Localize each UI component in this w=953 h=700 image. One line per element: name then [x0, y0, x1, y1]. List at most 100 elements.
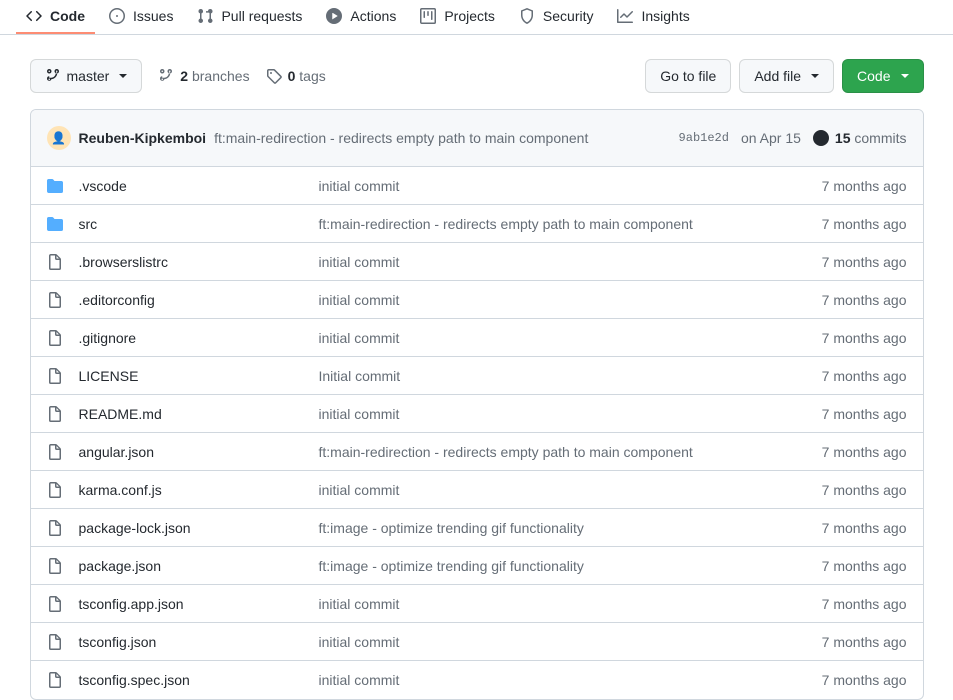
file-name-link[interactable]: karma.conf.js [79, 482, 162, 498]
go-to-file-button[interactable]: Go to file [645, 59, 731, 93]
tab-label: Insights [641, 8, 689, 24]
file-commit-message-link[interactable]: initial commit [319, 406, 400, 422]
file-name-link[interactable]: .editorconfig [79, 292, 155, 308]
tab-issues[interactable]: Issues [99, 0, 183, 34]
branch-icon [158, 68, 174, 84]
file-name-link[interactable]: tsconfig.app.json [79, 596, 184, 612]
file-name-link[interactable]: package.json [79, 558, 162, 574]
code-download-button[interactable]: Code [842, 59, 923, 93]
directory-icon [47, 216, 63, 232]
file-icon [47, 482, 63, 498]
branch-icon [45, 68, 61, 84]
add-file-button[interactable]: Add file [739, 59, 834, 93]
commit-author-link[interactable]: Reuben-Kipkemboi [79, 130, 207, 146]
directory-icon [47, 178, 63, 194]
file-commit-message-link[interactable]: ft:image - optimize trending gif functio… [319, 520, 584, 536]
file-time: 7 months ago [822, 520, 907, 536]
file-name-link[interactable]: package-lock.json [79, 520, 191, 536]
tab-security[interactable]: Security [509, 0, 604, 34]
repo-tabnav: Code Issues Pull requests Actions Projects Se… [0, 0, 953, 35]
commit-sha-link[interactable]: 9ab1e2d [679, 131, 729, 145]
file-name-link[interactable]: angular.json [79, 444, 155, 460]
pr-icon [197, 8, 213, 24]
file-time: 7 months ago [822, 406, 907, 422]
file-commit-message-link[interactable]: initial commit [319, 596, 400, 612]
file-row: angular.json ft:main-redirection - redir… [31, 433, 923, 471]
caret-down-icon [811, 74, 819, 78]
tab-label: Pull requests [221, 8, 302, 24]
branch-name: master [67, 65, 110, 87]
file-commit-message-link[interactable]: initial commit [319, 482, 400, 498]
tab-label: Code [50, 8, 85, 24]
tab-pull-requests[interactable]: Pull requests [187, 0, 312, 34]
file-row: .vscode initial commit 7 months ago [31, 167, 923, 205]
commit-date: on Apr 15 [741, 130, 801, 146]
file-name-link[interactable]: README.md [79, 406, 162, 422]
file-row: package.json ft:image - optimize trendin… [31, 547, 923, 585]
file-row: src ft:main-redirection - redirects empt… [31, 205, 923, 243]
graph-icon [617, 8, 633, 24]
issue-icon [109, 8, 125, 24]
file-row: .browserslistrc initial commit 7 months … [31, 243, 923, 281]
file-commit-message-link[interactable]: initial commit [319, 634, 400, 650]
file-commit-message-link[interactable]: ft:main-redirection - redirects empty pa… [319, 444, 693, 460]
file-commit-message-link[interactable]: initial commit [319, 330, 400, 346]
shield-icon [519, 8, 535, 24]
file-row: tsconfig.app.json initial commit 7 month… [31, 585, 923, 623]
file-name-link[interactable]: tsconfig.spec.json [79, 672, 190, 688]
commit-message-link[interactable]: ft:main-redirection - redirects empty pa… [214, 130, 588, 146]
file-row: package-lock.json ft:image - optimize tr… [31, 509, 923, 547]
tab-code[interactable]: Code [16, 0, 95, 34]
file-row: .gitignore initial commit 7 months ago [31, 319, 923, 357]
file-row: .editorconfig initial commit 7 months ag… [31, 281, 923, 319]
tab-actions[interactable]: Actions [316, 0, 406, 34]
file-icon [47, 254, 63, 270]
file-icon [47, 596, 63, 612]
tab-label: Projects [444, 8, 495, 24]
file-row: tsconfig.json initial commit 7 months ag… [31, 623, 923, 661]
file-icon [47, 672, 63, 688]
avatar[interactable]: 👤 [47, 126, 71, 150]
file-icon [47, 368, 63, 384]
file-name-link[interactable]: .vscode [79, 178, 127, 194]
file-commit-message-link[interactable]: Initial commit [319, 368, 401, 384]
commits-history-link[interactable]: 15 commits [813, 130, 907, 146]
file-time: 7 months ago [822, 558, 907, 574]
file-icon [47, 520, 63, 536]
file-time: 7 months ago [822, 482, 907, 498]
file-toolbar: master 2 branches 0 tags Go to file Add … [30, 59, 924, 93]
file-icon [47, 444, 63, 460]
tab-label: Security [543, 8, 594, 24]
file-commit-message-link[interactable]: ft:image - optimize trending gif functio… [319, 558, 584, 574]
tag-icon [266, 68, 282, 84]
tab-projects[interactable]: Projects [410, 0, 505, 34]
file-name-link[interactable]: tsconfig.json [79, 634, 157, 650]
file-row: README.md initial commit 7 months ago [31, 395, 923, 433]
tab-label: Actions [350, 8, 396, 24]
tab-label: Issues [133, 8, 173, 24]
file-commit-message-link[interactable]: ft:main-redirection - redirects empty pa… [319, 216, 693, 232]
file-commit-message-link[interactable]: initial commit [319, 292, 400, 308]
tab-insights[interactable]: Insights [607, 0, 699, 34]
file-commit-message-link[interactable]: initial commit [319, 254, 400, 270]
branches-link[interactable]: 2 branches [158, 68, 249, 84]
file-row: LICENSE Initial commit 7 months ago [31, 357, 923, 395]
caret-down-icon [901, 74, 909, 78]
file-commit-message-link[interactable]: initial commit [319, 178, 400, 194]
caret-down-icon [119, 74, 127, 78]
file-row: tsconfig.spec.json initial commit 7 mont… [31, 661, 923, 699]
file-time: 7 months ago [822, 330, 907, 346]
file-commit-message-link[interactable]: initial commit [319, 672, 400, 688]
tags-link[interactable]: 0 tags [266, 68, 326, 84]
file-icon [47, 406, 63, 422]
file-name-link[interactable]: src [79, 216, 98, 232]
file-time: 7 months ago [822, 254, 907, 270]
file-listing-box: 👤 Reuben-Kipkemboi ft:main-redirection -… [30, 109, 924, 700]
file-icon [47, 558, 63, 574]
branch-select-button[interactable]: master [30, 59, 143, 93]
file-name-link[interactable]: LICENSE [79, 368, 139, 384]
file-name-link[interactable]: .browserslistrc [79, 254, 168, 270]
file-time: 7 months ago [822, 444, 907, 460]
file-name-link[interactable]: .gitignore [79, 330, 137, 346]
file-icon [47, 634, 63, 650]
